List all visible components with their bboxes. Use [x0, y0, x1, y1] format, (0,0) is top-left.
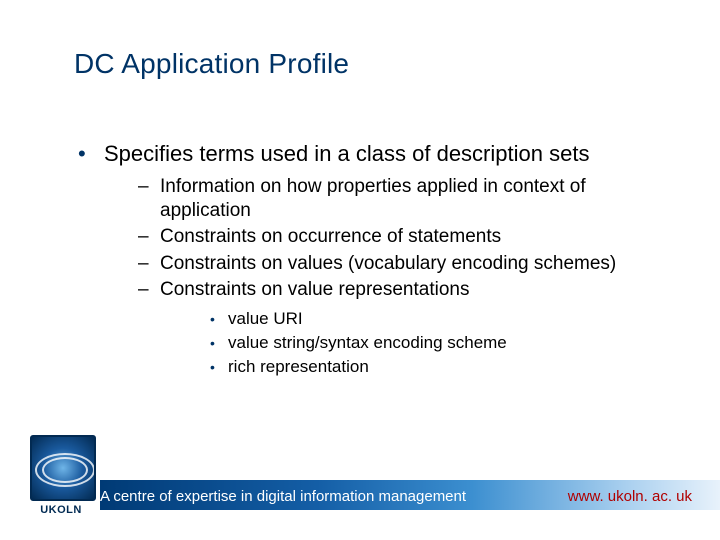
bullet-l1-text: Specifies terms used in a class of descr… — [104, 141, 589, 166]
bullet-l2-text: Constraints on value representations — [160, 279, 469, 300]
logo: UKOLN — [30, 435, 92, 516]
bullet-l3: rich representation — [206, 356, 660, 378]
bullet-l2: Constraints on occurrence of statements — [134, 225, 660, 249]
slide: { "title": "DC Application Profile", "bu… — [0, 0, 720, 540]
bullet-l3: value string/syntax encoding scheme — [206, 332, 660, 354]
bullet-l2: Constraints on values (vocabulary encodi… — [134, 252, 660, 276]
slide-body: Specifies terms used in a class of descr… — [74, 140, 660, 378]
bullet-l2: Information on how properties applied in… — [134, 175, 660, 224]
footer-url: www. ukoln. ac. uk — [568, 488, 692, 505]
bullet-l2: Constraints on value representations val… — [134, 278, 660, 379]
logo-label: UKOLN — [30, 504, 92, 516]
footer-tagline: A centre of expertise in digital informa… — [100, 488, 466, 505]
bullet-l3: value URI — [206, 308, 660, 330]
bullet-l1: Specifies terms used in a class of descr… — [74, 140, 660, 378]
slide-title: DC Application Profile — [74, 48, 349, 80]
logo-icon — [30, 435, 96, 501]
